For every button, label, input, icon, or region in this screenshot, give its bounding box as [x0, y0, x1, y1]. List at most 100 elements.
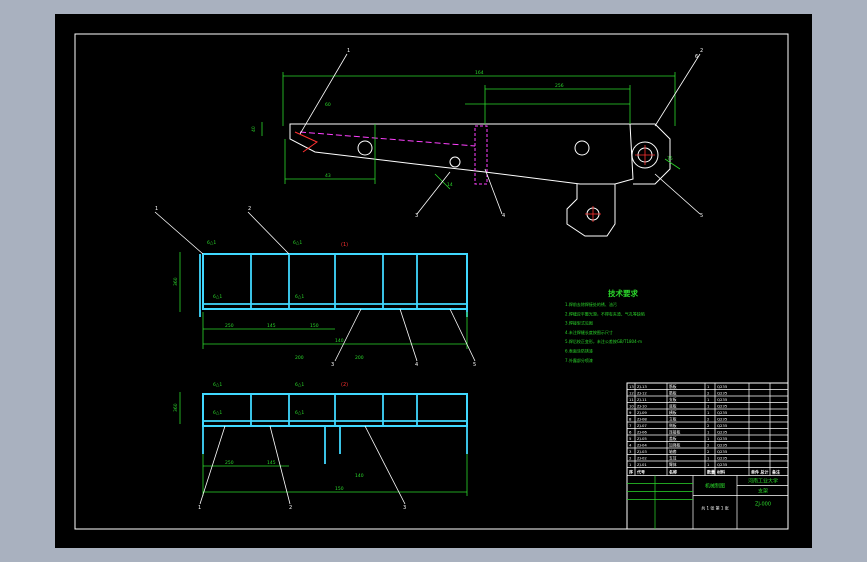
- part-index: 12: [629, 391, 634, 396]
- part-material: Q235: [717, 423, 728, 428]
- arm-dimension: 14: [447, 182, 453, 188]
- school-name: 河南工业大学: [748, 478, 778, 485]
- arm-leaders: [299, 53, 701, 215]
- part-index: 8: [629, 417, 632, 422]
- parts-header-cell: 名称: [669, 469, 677, 475]
- callout-number: 1: [198, 505, 201, 511]
- section-dimension: 140: [335, 338, 344, 344]
- section-dimension: 145: [267, 460, 276, 466]
- callout-number: 2: [248, 206, 251, 212]
- section-dimension: 200: [355, 355, 364, 361]
- callout-number: 1: [155, 206, 158, 212]
- part-material: Q235: [717, 397, 728, 402]
- sheet-info: 共 1 张 第 1 张: [701, 505, 728, 511]
- part-qty: 2: [707, 449, 710, 454]
- cad-viewport: 164 256 60 43 40 75 14 123456 (1) 6△1 6△…: [0, 0, 867, 562]
- callout-number: 5: [473, 362, 476, 368]
- section-dimension: 360: [173, 403, 179, 412]
- part-material: Q235: [717, 410, 728, 415]
- part-qty: 1: [707, 430, 710, 435]
- part-code: ZJ-01: [637, 462, 647, 467]
- parts-header-cell: 数量: [706, 469, 715, 475]
- drawing-canvas[interactable]: 164 256 60 43 40 75 14 123456 (1) 6△1 6△…: [55, 14, 812, 548]
- callout-number: 3: [415, 213, 418, 219]
- callout-number: 4: [415, 362, 418, 368]
- part-label: 机械制图: [705, 483, 725, 490]
- part-qty: 1: [707, 384, 710, 389]
- drawing-sheet: 1642566043407514 1 23 4 56 (1)6△1 6△16△1…: [74, 33, 789, 530]
- part-material: Q235: [717, 436, 728, 441]
- arm-view: [261, 53, 701, 237]
- arm-callout-texts: 1 2 3 4 5 6: [347, 48, 703, 219]
- part-qty: 2: [707, 391, 710, 396]
- section-hatch: [474, 125, 488, 185]
- tech-req-item: 7.外露部分喷漆: [565, 357, 593, 363]
- callout-number: 4: [502, 213, 505, 219]
- part-index: 13: [629, 384, 634, 389]
- tech-req-item: 1.焊前去除焊接处的锈、油污: [565, 301, 617, 307]
- arm-hole-right: [574, 140, 590, 156]
- part-qty: 1: [707, 462, 710, 467]
- part-material: Q235: [717, 417, 728, 422]
- part-qty: 1: [707, 456, 710, 461]
- weld-note: 6△1: [213, 382, 222, 388]
- tech-req-item: 4.未注焊缝长度按图示尺寸: [565, 329, 613, 335]
- part-name: 连接板: [669, 430, 681, 435]
- arm-dimension: 75: [667, 156, 673, 162]
- weld-note: 6△1: [207, 240, 216, 246]
- part-name: 支板: [669, 397, 677, 402]
- part-code: ZJ-03: [637, 449, 647, 454]
- part-material: Q235: [717, 443, 728, 448]
- part-code: ZJ-05: [637, 436, 647, 441]
- part-index: 6: [629, 430, 632, 435]
- part-qty: 1: [707, 436, 710, 441]
- part-qty: 2: [707, 423, 710, 428]
- section-marker: (2): [341, 382, 348, 388]
- arm-dimensions-lines: [261, 72, 681, 190]
- part-material: Q235: [717, 456, 728, 461]
- section-dimension: 150: [310, 323, 319, 329]
- callout-number: 3: [331, 362, 334, 368]
- weld-note: 6△1: [293, 240, 302, 246]
- part-code: ZJ-02: [637, 456, 647, 461]
- section-dimension: 360: [173, 277, 179, 286]
- part-qty: 1: [707, 397, 710, 402]
- part-material: Q235: [717, 449, 728, 454]
- part-index: 10: [629, 404, 634, 409]
- arm-hole-left: [357, 140, 373, 156]
- parts-header-cell: 代号: [636, 469, 645, 475]
- parts-header-cell: 备注: [771, 469, 780, 475]
- part-name: 筋板: [669, 384, 677, 389]
- part-name: 筋板: [669, 391, 677, 396]
- arm-dimension: 43: [325, 173, 331, 179]
- part-index: 5: [629, 436, 632, 441]
- part-index: 7: [629, 423, 632, 428]
- lower-lug: [566, 184, 616, 237]
- technical-requirements: 技术要求 1.焊前去除焊接处的锈、油污 2.焊缝应平整光滑，不得有夹渣、气孔等缺陷 3…: [565, 288, 645, 363]
- arm-outline: [289, 123, 634, 185]
- part-qty: 1: [707, 410, 710, 415]
- part-name: 盖板: [669, 436, 677, 441]
- part-name: 底板: [669, 404, 677, 409]
- part-name: 侧板: [669, 423, 677, 428]
- lower-section-view: [179, 392, 468, 505]
- part-code: ZJ-10: [637, 404, 647, 409]
- weld-note: 6△1: [213, 294, 222, 300]
- part-code: ZJ-12: [637, 391, 647, 396]
- section-dimension: 140: [355, 473, 364, 479]
- section-dimension: 200: [295, 355, 304, 361]
- callout-number: 2: [700, 48, 703, 54]
- callout-number: 3: [403, 505, 406, 511]
- part-code: ZJ-06: [637, 430, 647, 435]
- parts-header-cell: 单件 总计: [751, 469, 768, 475]
- part-material: Q235: [717, 430, 728, 435]
- upper-section-view: [154, 211, 476, 362]
- callout-number: 6: [695, 54, 698, 60]
- lower-dim-lines: [179, 392, 468, 496]
- part-qty: 2: [707, 443, 710, 448]
- upper-ribs: [199, 254, 468, 317]
- parts-header-cell: 材料: [716, 469, 725, 475]
- callout-number: 1: [347, 48, 350, 54]
- tech-req-item: 2.焊缝应平整光滑，不得有夹渣、气孔等缺陷: [565, 310, 645, 316]
- part-index: 11: [629, 397, 634, 402]
